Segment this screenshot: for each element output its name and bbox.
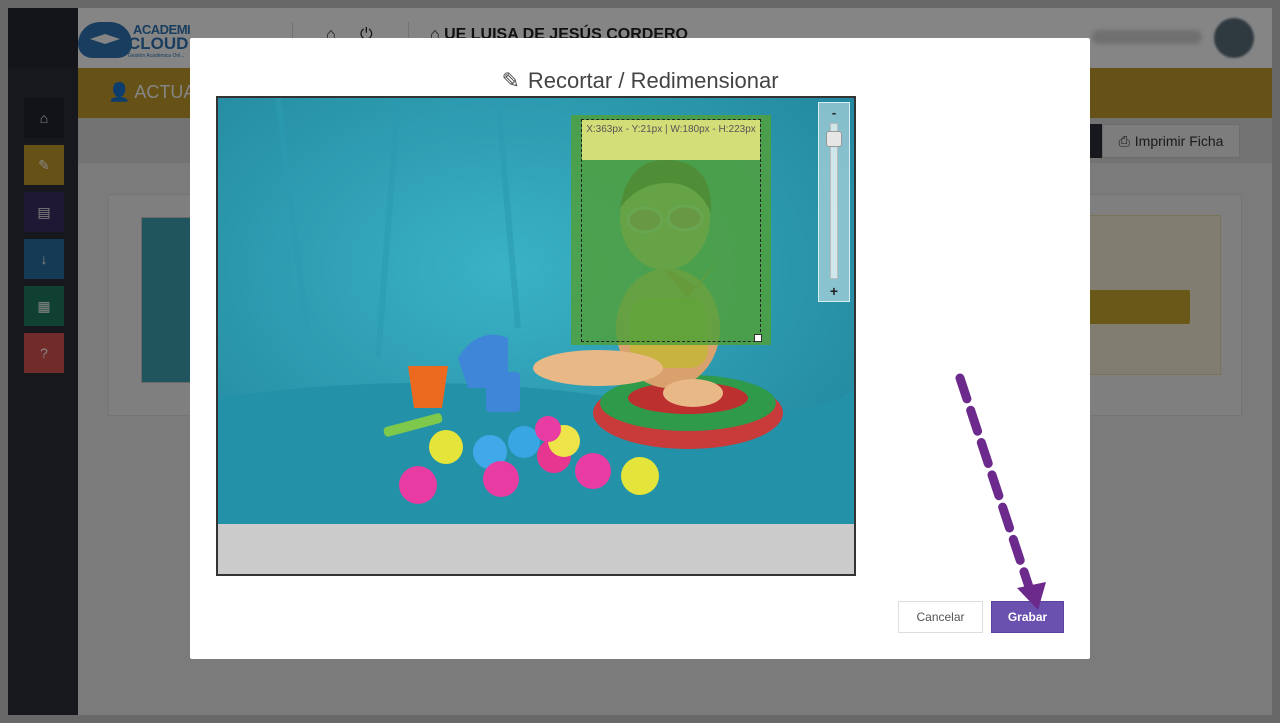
zoom-handle[interactable] — [826, 131, 842, 147]
crop-modal: ✎ Recortar / Redimensionar X:363px - Y:2… — [190, 38, 1090, 659]
modal-title: ✎ Recortar / Redimensionar — [501, 68, 779, 93]
crop-info-label: X:363px - Y:21px | W:180px - H:223px — [582, 120, 760, 160]
save-button[interactable]: Grabar — [991, 601, 1064, 633]
zoom-out-button[interactable]: - — [819, 105, 849, 120]
resize-handle[interactable] — [754, 334, 762, 342]
zoom-slider[interactable]: - + — [818, 102, 850, 302]
edit-square-icon: ✎ — [501, 68, 520, 93]
crop-area[interactable]: X:363px - Y:21px | W:180px - H:223px - + — [216, 96, 856, 576]
zoom-in-button[interactable]: + — [819, 283, 849, 299]
cancel-button[interactable]: Cancelar — [898, 601, 983, 633]
